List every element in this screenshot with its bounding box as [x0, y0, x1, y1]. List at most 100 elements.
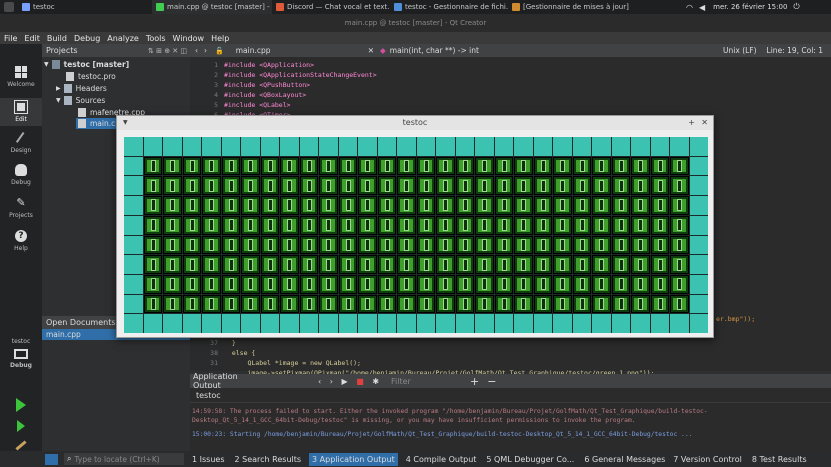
blue-tile — [533, 314, 552, 333]
menu-help[interactable]: Help — [211, 34, 229, 43]
tree-item-sources[interactable]: ▼ Sources — [56, 95, 105, 106]
tree-item-headers[interactable]: ▶ Headers — [56, 83, 107, 94]
green-tile — [221, 176, 240, 196]
green-tile — [221, 235, 240, 255]
tab-search-results[interactable]: 2 Search Results — [235, 455, 302, 464]
locate-input[interactable]: ⌕ Type to locate (Ctrl+K) — [64, 453, 184, 465]
close-icon[interactable]: ✕ — [701, 116, 708, 130]
forward-icon[interactable]: › — [204, 46, 207, 55]
green-tile — [163, 294, 182, 314]
help-icon: ? — [15, 230, 27, 242]
add-icon[interactable]: + — [470, 375, 479, 388]
menu-debug[interactable]: Debug — [74, 34, 100, 43]
stop-icon[interactable]: ■ — [356, 377, 364, 386]
task-qtcreator[interactable]: main.cpp @ testoc [master] - ... — [152, 0, 272, 14]
open-documents-list: main.cpp — [42, 329, 190, 451]
tree-item-project[interactable]: ▼ testoc [master] — [44, 59, 129, 70]
minus-icon[interactable]: − — [487, 375, 496, 388]
tab-issues[interactable]: 1 Issues — [192, 455, 225, 464]
blue-tile — [416, 314, 435, 333]
tab-general-messages[interactable]: 6 General Messages — [584, 455, 665, 464]
menu-analyze[interactable]: Analyze — [107, 34, 139, 43]
menu-edit[interactable]: Edit — [24, 34, 40, 43]
task-updates[interactable]: [Gestionnaire de mises à jour] — [508, 0, 636, 14]
green-tile — [533, 176, 552, 196]
menu-file[interactable]: File — [4, 34, 17, 43]
encoding-combo[interactable]: Unix (LF) — [723, 46, 757, 55]
green-tile — [280, 215, 299, 235]
tab-test-results[interactable]: 8 Test Results — [752, 455, 807, 464]
green-tile — [338, 274, 357, 294]
tab-version-control[interactable]: 7 Version Control — [673, 455, 742, 464]
close-icon[interactable]: ✕ — [368, 46, 374, 55]
maximize-icon[interactable]: + — [688, 116, 695, 130]
build-button[interactable] — [0, 440, 42, 451]
green-tile — [631, 255, 650, 274]
blue-tile — [650, 314, 669, 333]
task-testoc[interactable]: testoc — [18, 0, 152, 14]
green-tile — [397, 294, 416, 314]
blue-tile — [553, 314, 572, 333]
green-tile — [631, 215, 650, 235]
mode-edit[interactable]: Edit — [0, 98, 42, 126]
mode-projects[interactable]: ✎ Projects — [0, 197, 42, 220]
prev-icon[interactable]: ‹ — [318, 377, 321, 386]
green-tile — [670, 235, 689, 255]
tab-application-output[interactable]: 3 Application Output — [309, 452, 398, 466]
task-discord[interactable]: Discord — Chat vocal et text... — [272, 0, 390, 14]
position-label: Line: 19, Col: 1 — [766, 46, 823, 55]
power-icon[interactable]: ⏻ — [793, 2, 799, 12]
run-icon[interactable]: ▶ — [342, 377, 348, 386]
blue-tile — [202, 314, 221, 333]
clock[interactable]: mer. 26 février 15:00 — [713, 3, 787, 11]
green-tile — [280, 255, 299, 274]
filter-input[interactable]: Filter — [391, 377, 466, 386]
projects-title[interactable]: Projects — [46, 46, 78, 55]
menu-window[interactable]: Window — [173, 34, 205, 43]
mode-design[interactable]: Design — [0, 131, 42, 154]
mode-help[interactable]: ? Help — [0, 230, 42, 252]
tab-compile-output[interactable]: 4 Compile Output — [406, 455, 477, 464]
system-panel: testoc main.cpp @ testoc [master] - ... … — [0, 0, 831, 14]
output-tab[interactable]: testoc — [190, 388, 831, 403]
blue-tile — [260, 137, 279, 156]
green-tile — [494, 196, 513, 215]
blue-tile — [553, 137, 572, 156]
back-icon[interactable]: ‹ — [195, 46, 198, 55]
green-tile — [631, 176, 650, 196]
tree-item-pro[interactable]: testoc.pro — [66, 71, 116, 82]
debug-run-button[interactable] — [0, 420, 42, 434]
mode-welcome[interactable]: Welcome — [0, 66, 42, 88]
tab-qml-debugger[interactable]: 5 QML Debugger Co... — [486, 455, 574, 464]
debug-icon[interactable]: ✱ — [372, 377, 379, 386]
green-tile — [455, 235, 474, 255]
menu-tools[interactable]: Tools — [146, 34, 166, 43]
blue-tile — [299, 314, 318, 333]
apps-icon[interactable] — [4, 2, 14, 12]
browser-icon — [276, 3, 284, 11]
line-number: 3 — [214, 81, 218, 89]
green-tile — [572, 215, 591, 235]
function-combo[interactable]: main(int, char **) -> int — [390, 46, 640, 55]
run-button[interactable] — [0, 398, 42, 414]
wifi-icon[interactable]: ◠ — [686, 3, 693, 12]
blue-tile — [689, 235, 708, 255]
editor-file-combo[interactable]: main.cpp — [236, 46, 356, 55]
output-pane[interactable]: testoc 14:59:58: The process failed to s… — [190, 388, 831, 451]
code-line: #include <QBoxLayout> — [224, 91, 307, 99]
green-tile — [280, 156, 299, 176]
green-tile — [533, 294, 552, 314]
mode-debug[interactable]: Debug — [0, 164, 42, 186]
task-files[interactable]: testoc - Gestionnaire de fichi... — [390, 0, 508, 14]
kit-selector[interactable]: testoc Debug — [0, 338, 42, 369]
green-tile — [202, 274, 221, 294]
next-icon[interactable]: › — [330, 377, 333, 386]
blue-tile — [689, 255, 708, 274]
sidebar-toggle-icon[interactable] — [45, 453, 58, 465]
green-tile — [494, 255, 513, 274]
volume-icon[interactable]: ◀ — [699, 3, 705, 12]
menu-build[interactable]: Build — [47, 34, 67, 43]
menu-bar: File Edit Build Debug Analyze Tools Wind… — [0, 32, 831, 44]
window-menu-icon[interactable]: ▼ — [123, 116, 128, 130]
blue-tile — [338, 314, 357, 333]
